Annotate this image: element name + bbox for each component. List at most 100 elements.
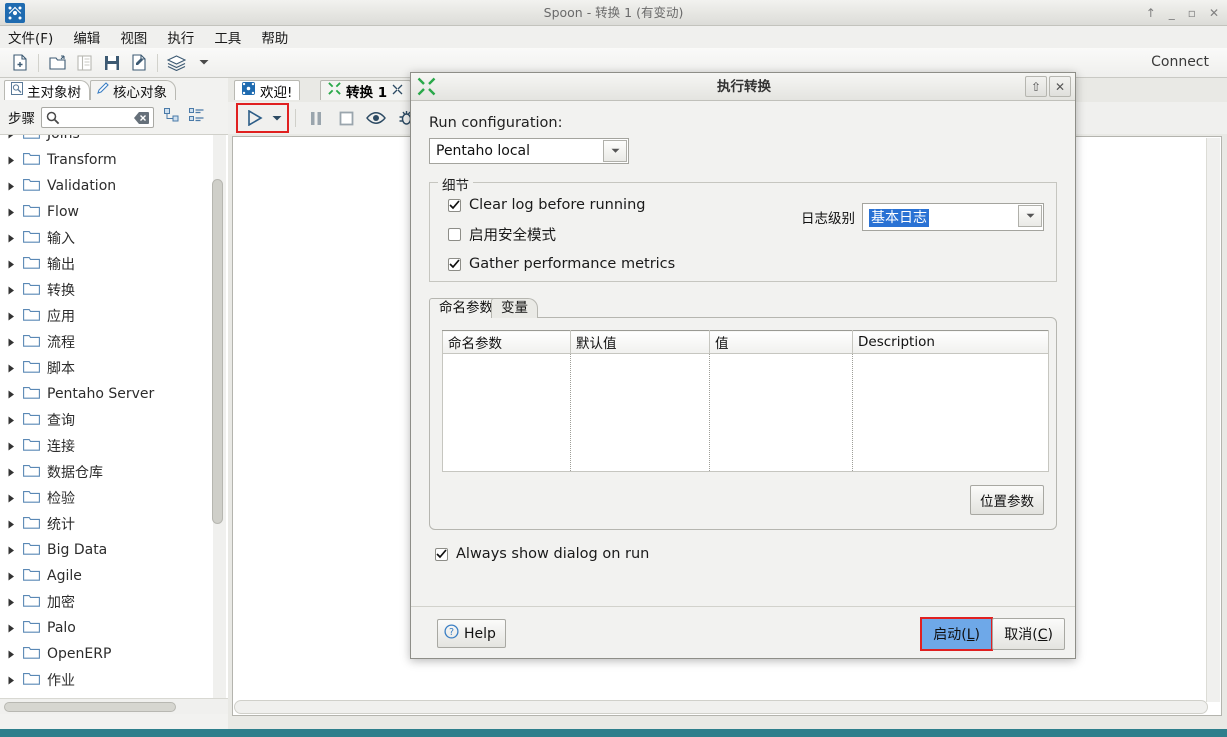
pause-icon[interactable]	[302, 106, 330, 130]
chevron-right-icon[interactable]	[6, 286, 16, 295]
tab-core-objects[interactable]: 核心对象	[90, 80, 176, 101]
tab-welcome[interactable]: 欢迎!	[234, 80, 301, 101]
chevron-right-icon[interactable]	[6, 650, 16, 659]
tree-item[interactable]: 统计	[0, 511, 213, 537]
tree-item[interactable]: 流程	[0, 329, 213, 355]
chevron-right-icon[interactable]	[6, 135, 16, 139]
tree-item[interactable]: Agile	[0, 563, 213, 589]
stop-icon[interactable]	[332, 106, 360, 130]
run-button-group[interactable]	[236, 103, 289, 133]
chevron-down-icon[interactable]	[190, 51, 217, 75]
tree-item[interactable]: Joins	[0, 135, 213, 147]
close-icon[interactable]: ✕	[1209, 7, 1219, 19]
position-parameters-button[interactable]: 位置参数	[970, 485, 1044, 515]
column-header-name[interactable]: 命名参数	[442, 330, 571, 354]
tree-item[interactable]: 数据仓库	[0, 459, 213, 485]
tree-item[interactable]: 输出	[0, 251, 213, 277]
dialog-close-icon[interactable]: ✕	[1049, 76, 1071, 97]
log-level-dropdown[interactable]: 基本日志	[862, 203, 1044, 231]
steps-tree[interactable]: Joins Transform Validation Flow 输入 输出 转换 应用 流程 脚本…	[0, 134, 228, 714]
tab-transformation-1[interactable]: 转换 1	[320, 80, 412, 101]
cancel-button[interactable]: 取消(C)	[992, 618, 1065, 650]
chevron-right-icon[interactable]	[6, 338, 16, 347]
checkbox-safe-mode-box[interactable]	[448, 228, 461, 241]
column-header-value[interactable]: 值	[709, 330, 853, 354]
chevron-down-icon[interactable]	[1018, 205, 1042, 227]
chevron-right-icon[interactable]	[6, 312, 16, 321]
checkbox-always-show-box[interactable]	[435, 547, 448, 561]
chevron-right-icon[interactable]	[6, 494, 16, 503]
preview-eye-icon[interactable]	[362, 106, 390, 130]
column-header-description[interactable]: Description	[852, 330, 1049, 354]
menu-edit[interactable]: 编辑	[73, 27, 100, 47]
menu-file[interactable]: 文件(F)	[8, 27, 53, 47]
restore-icon[interactable]: ↑	[1146, 7, 1156, 19]
chevron-right-icon[interactable]	[6, 208, 16, 217]
chevron-right-icon[interactable]	[6, 546, 16, 555]
dialog-restore-icon[interactable]: ⇧	[1025, 76, 1047, 97]
tree-item[interactable]: Validation	[0, 173, 213, 199]
list-view-icon[interactable]	[189, 108, 204, 126]
tree-item[interactable]: 作业	[0, 667, 213, 693]
chevron-right-icon[interactable]	[6, 416, 16, 425]
named-parameters-table[interactable]: 命名参数 默认值 值 Description	[442, 330, 1049, 472]
new-file-icon[interactable]	[6, 51, 33, 75]
menu-view[interactable]: 视图	[120, 27, 147, 47]
chevron-right-icon[interactable]	[6, 676, 16, 685]
help-button[interactable]: ? Help	[437, 619, 506, 648]
chevron-down-icon[interactable]	[603, 140, 627, 162]
tree-item[interactable]: Transform	[0, 147, 213, 173]
tab-main-object-tree[interactable]: 主对象树	[4, 80, 90, 101]
tree-item[interactable]: 脚本	[0, 355, 213, 381]
chevron-right-icon[interactable]	[6, 520, 16, 529]
column-header-default[interactable]: 默认值	[570, 330, 710, 354]
minimize-icon[interactable]: _	[1169, 7, 1175, 19]
explorer-icon[interactable]	[71, 51, 98, 75]
checkbox-clear-log-box[interactable]	[448, 198, 461, 212]
connect-button[interactable]: Connect	[1143, 52, 1217, 72]
tree-item[interactable]: OpenERP	[0, 641, 213, 667]
tree-item[interactable]: Palo	[0, 615, 213, 641]
tree-horizontal-scrollbar[interactable]	[0, 698, 228, 714]
chevron-right-icon[interactable]	[6, 572, 16, 581]
tree-item[interactable]: 应用	[0, 303, 213, 329]
start-button[interactable]: 启动(L)	[920, 617, 993, 651]
chevron-right-icon[interactable]	[6, 182, 16, 191]
run-configuration-dropdown[interactable]: Pentaho local	[429, 138, 629, 164]
tree-item[interactable]: 连接	[0, 433, 213, 459]
save-icon[interactable]	[98, 51, 125, 75]
chevron-right-icon[interactable]	[6, 260, 16, 269]
tree-item[interactable]: Big Data	[0, 537, 213, 563]
chevron-right-icon[interactable]	[6, 234, 16, 243]
checkbox-always-show-dialog[interactable]: Always show dialog on run	[435, 546, 1057, 562]
perspective-layers-icon[interactable]	[163, 51, 190, 75]
menu-tools[interactable]: 工具	[214, 27, 241, 47]
save-as-icon[interactable]	[125, 51, 152, 75]
tree-item[interactable]: 检验	[0, 485, 213, 511]
tree-item[interactable]: 转换	[0, 277, 213, 303]
tree-horizontal-scrollbar-thumb[interactable]	[4, 702, 176, 712]
tree-vertical-scrollbar-thumb[interactable]	[212, 179, 223, 524]
clear-search-icon[interactable]	[134, 111, 149, 128]
maximize-icon[interactable]: ▫	[1188, 7, 1196, 19]
run-icon[interactable]	[241, 106, 269, 130]
menu-run[interactable]: 执行	[167, 27, 194, 47]
checkbox-gather-metrics[interactable]: Gather performance metrics	[448, 256, 1044, 272]
chevron-right-icon[interactable]	[6, 156, 16, 165]
tree-vertical-scrollbar-track[interactable]	[212, 135, 226, 714]
tree-item[interactable]: 查询	[0, 407, 213, 433]
search-box[interactable]	[41, 106, 154, 128]
menu-help[interactable]: 帮助	[261, 27, 288, 47]
tree-item[interactable]: 输入	[0, 225, 213, 251]
tree-item[interactable]: 加密	[0, 589, 213, 615]
chevron-right-icon[interactable]	[6, 390, 16, 399]
tree-item[interactable]: Flow	[0, 199, 213, 225]
tab-variables[interactable]: 变量	[491, 298, 538, 318]
tree-item[interactable]: Pentaho Server	[0, 381, 213, 407]
chevron-right-icon[interactable]	[6, 364, 16, 373]
canvas-horizontal-scrollbar[interactable]	[234, 700, 1208, 714]
expand-tree-icon[interactable]	[164, 108, 179, 126]
chevron-right-icon[interactable]	[6, 624, 16, 633]
checkbox-gather-metrics-box[interactable]	[448, 257, 461, 271]
canvas-vertical-scrollbar[interactable]	[1206, 138, 1220, 702]
